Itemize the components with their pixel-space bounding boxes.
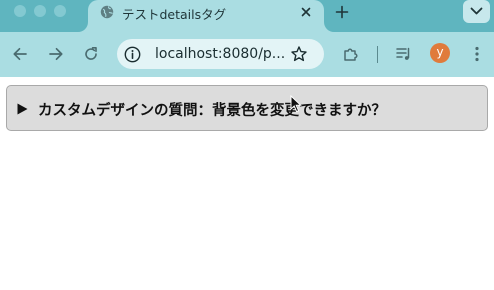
bookmark-star-icon[interactable] — [290, 45, 308, 63]
more-menu-icon[interactable] — [467, 44, 487, 64]
tab-search-button[interactable] — [463, 0, 490, 23]
mouse-pointer-icon — [290, 95, 302, 113]
chevron-down-icon — [470, 7, 483, 15]
url-text[interactable]: localhost:8080/p... — [155, 46, 285, 62]
tab-title: テストdetailsタグ — [122, 7, 227, 22]
extensions-puzzle-icon[interactable] — [341, 44, 361, 64]
media-controls-icon[interactable] — [394, 44, 414, 64]
window-minimize-dot[interactable] — [34, 5, 46, 17]
address-bar[interactable]: localhost:8080/p... — [117, 39, 324, 69]
window-close-dot[interactable] — [14, 5, 26, 17]
reload-icon[interactable] — [81, 44, 101, 64]
disclosure-triangle-icon[interactable] — [17, 103, 28, 115]
details-element[interactable]: カスタムデザインの質問：背景色を変更できますか？ — [6, 85, 488, 131]
active-tab[interactable]: テストdetailsタグ — [88, 0, 324, 32]
window-zoom-dot[interactable] — [54, 5, 66, 17]
site-info-icon[interactable] — [124, 46, 141, 63]
tab-close-icon[interactable] — [298, 4, 314, 20]
globe-icon — [100, 5, 114, 19]
back-arrow-icon[interactable] — [10, 44, 30, 64]
forward-arrow-icon[interactable] — [46, 44, 66, 64]
details-summary[interactable]: カスタムデザインの質問：背景色を変更できますか？ — [38, 99, 386, 120]
browser-toolbar: localhost:8080/p... y — [0, 32, 494, 77]
profile-avatar[interactable]: y — [430, 43, 450, 63]
page-content: カスタムデザインの質問：背景色を変更できますか？ — [0, 77, 494, 290]
tab-strip: テストdetailsタグ — [0, 0, 494, 32]
toolbar-divider — [377, 46, 378, 63]
new-tab-plus-icon[interactable] — [333, 3, 351, 21]
